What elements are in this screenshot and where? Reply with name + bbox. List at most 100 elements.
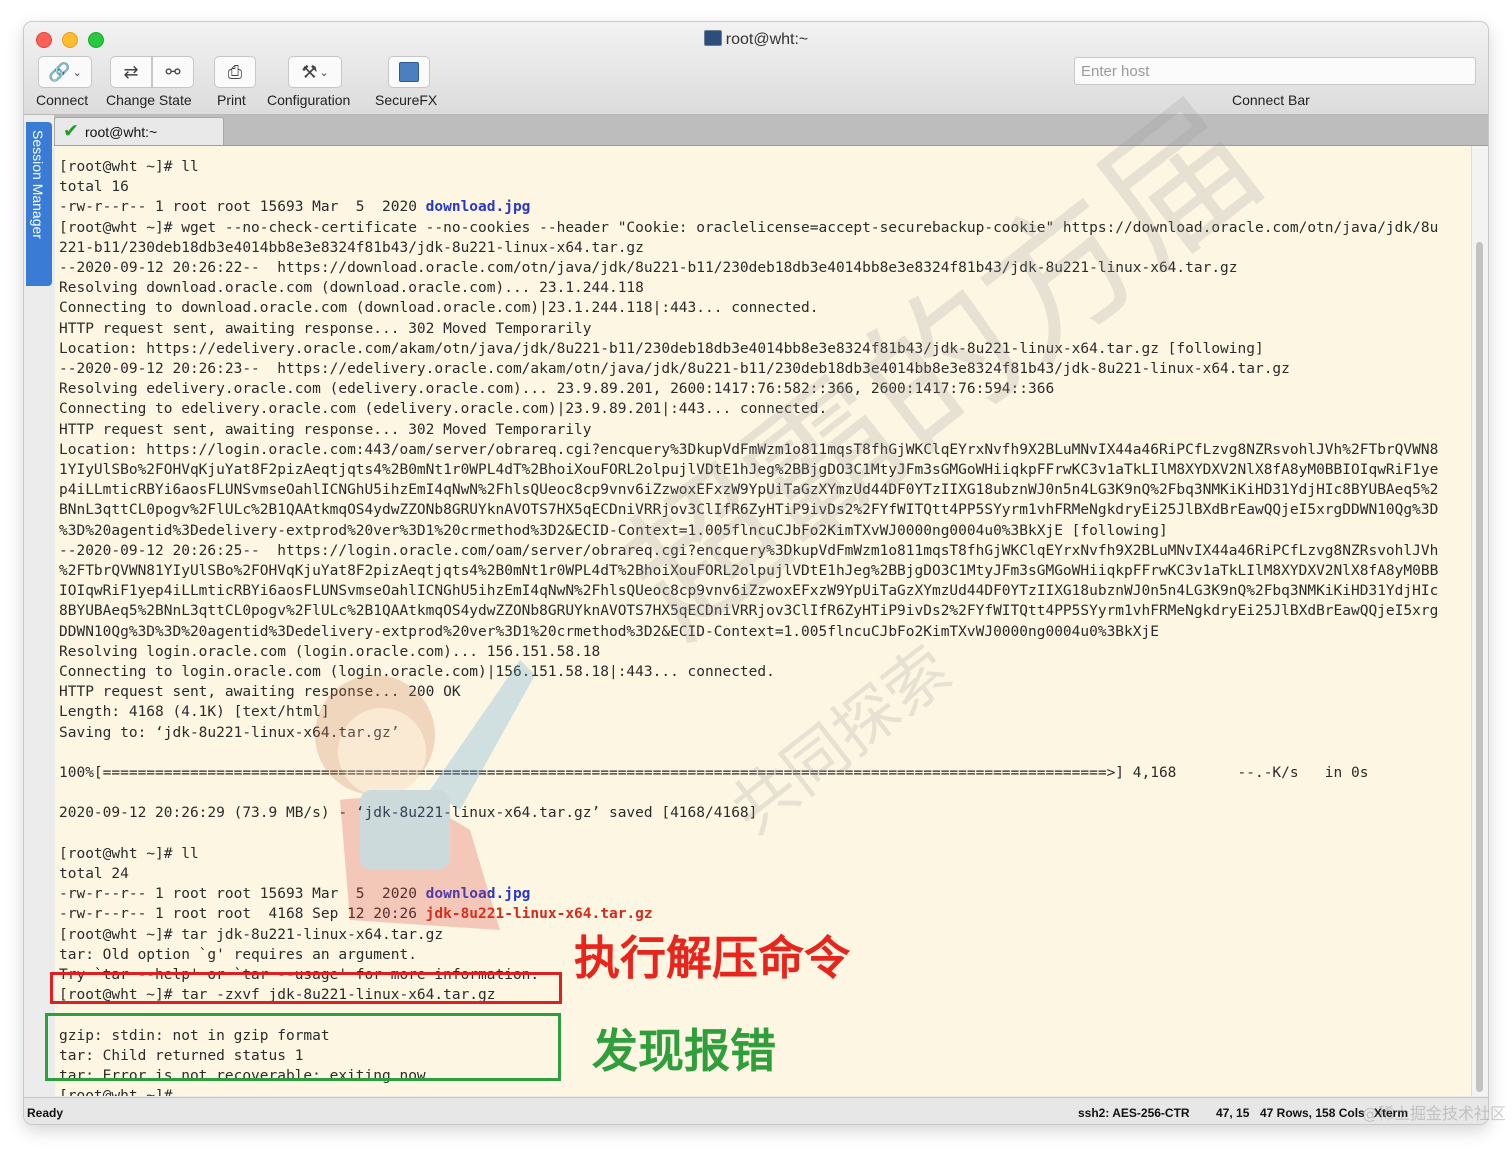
terminal-line-text: Length: 4168 (4.1K) [text/html] — [59, 704, 330, 721]
terminal-line: Resolving edelivery.oracle.com (edeliver… — [59, 379, 1054, 399]
file-name-image: download.jpg — [425, 886, 531, 903]
file-name-image: download.jpg — [425, 199, 531, 216]
broken-link-icon: ⚯ — [165, 61, 181, 82]
terminal-line-text: 8BYUBAeq5%2BNnL3qttCL0pogv%2FlULc%2B1QAA… — [59, 603, 1439, 620]
terminal-line: tar: Old option `g' requires an argument… — [59, 945, 417, 965]
terminal-line-text: %2FTbrQVWN81YIyUlSBo%2FOHVqKjuYat8F2pizA… — [59, 563, 1439, 579]
change-state-disconnect-button[interactable]: ⚯ — [152, 56, 194, 88]
terminal-line-text: tar: Old option `g' requires an argument… — [59, 946, 417, 963]
terminal-line: Saving to: ‘jdk-8u221-linux-x64.tar.gz’ — [59, 723, 399, 743]
terminal-line-text: %3D%20agentid%3Dedelivery-extprod%20ver%… — [59, 522, 1168, 539]
terminal-line-text: p4iLLmticRBYi6aosFLUNSvmseOahlICNGhU5ihz… — [59, 482, 1439, 499]
terminal-line-text: [root@wht ~]# ll — [59, 159, 199, 175]
terminal-line-text: Resolving login.oracle.com (login.oracle… — [59, 643, 601, 660]
terminal-line: Connecting to download.oracle.com (downl… — [59, 298, 819, 318]
session-manager-label: Session Manager — [30, 130, 46, 239]
chevron-down-icon: ⌄ — [72, 66, 82, 79]
scrollbar-thumb[interactable] — [1476, 242, 1483, 1092]
terminal-line: Length: 4168 (4.1K) [text/html] — [59, 702, 330, 722]
terminal-line-text: Saving to: ‘jdk-8u221-linux-x64.tar.gz’ — [59, 724, 400, 741]
terminal-line: Connecting to edelivery.oracle.com (edel… — [59, 399, 827, 419]
terminal-line: [root@wht ~]# wget --no-check-certificat… — [59, 218, 1438, 238]
terminal-line: --2020-09-12 20:26:22-- https://download… — [59, 258, 1238, 278]
status-cursor: 47, 15 — [1216, 1106, 1250, 1120]
print-button[interactable]: ⎙ — [214, 56, 256, 88]
host-input[interactable] — [1074, 57, 1476, 85]
terminal-line-text: Connecting to login.oracle.com (login.or… — [59, 664, 775, 680]
terminal-line: %2FTbrQVWN81YIyUlSBo%2FOHVqKjuYat8F2pizA… — [59, 561, 1438, 581]
terminal-line-text: -rw-r--r-- 1 root root 15693 Mar 5 2020 — [59, 199, 426, 216]
terminal-line: 221-b11/230deb18db3e4014bb8e3e8324f81b43… — [59, 238, 644, 258]
terminal-line-text: -rw-r--r-- 1 root root 4168 Sep 12 20:26 — [59, 906, 426, 923]
file-name-archive: jdk-8u221-linux-x64.tar.gz — [425, 906, 653, 923]
terminal-line: total 24 — [59, 864, 129, 884]
change-state-reconnect-button[interactable]: ⇄ — [110, 56, 152, 88]
chevron-down-icon: ⌄ — [319, 66, 329, 79]
terminal-line-text: --2020-09-12 20:26:23-- https://edeliver… — [59, 361, 1290, 377]
terminal-line: DDWN10Qg%3D%3D%20agentid%3Dedelivery-ext… — [59, 622, 1159, 642]
terminal-line: [root@wht ~]# tar jdk-8u221-linux-x64.ta… — [59, 925, 443, 945]
link-icon: 🔗 — [48, 61, 71, 82]
terminal-line: Location: https://login.oracle.com:443/o… — [59, 440, 1438, 460]
configuration-label: Configuration — [267, 92, 351, 108]
terminal-line-text: 221-b11/230deb18db3e4014bb8e3e8324f81b43… — [59, 239, 644, 256]
terminal-line: IOIqwRiF1yep4iLLmticRBYi6aosFLUNSvmseOah… — [59, 581, 1438, 601]
terminal-line: p4iLLmticRBYi6aosFLUNSvmseOahlICNGhU5ihz… — [59, 480, 1438, 500]
terminal-line-text: [root@wht ~]# wget --no-check-certificat… — [59, 219, 1439, 236]
session-tab-strip: ✔ root@wht:~ — [54, 115, 1488, 146]
window-title-text: root@wht:~ — [725, 31, 809, 48]
session-tab[interactable]: ✔ root@wht:~ — [54, 117, 224, 145]
terminal-line-text: BNnL3qttCL0pogv%2FlULc%2B1QAAtkmqOS4ydwZ… — [59, 502, 1439, 519]
terminal-line: Resolving login.oracle.com (login.oracle… — [59, 642, 600, 662]
terminal-line: [root@wht ~]# — [59, 1086, 173, 1096]
terminal-line: Connecting to login.oracle.com (login.or… — [59, 662, 775, 682]
terminal-line-text: -rw-r--r-- 1 root root 15693 Mar 5 2020 — [59, 886, 426, 903]
terminal-line-text: IOIqwRiF1yep4iLLmticRBYi6aosFLUNSvmseOah… — [59, 583, 1439, 600]
configuration-button[interactable]: ⚒ ⌄ — [288, 56, 342, 88]
securefx-button[interactable] — [388, 56, 430, 88]
connect-button[interactable]: 🔗 ⌄ — [38, 56, 92, 88]
terminal-line: 100%[===================================… — [59, 763, 1368, 783]
terminal-line: Location: https://edelivery.oracle.com/a… — [59, 339, 1264, 359]
terminal-line-text: HTTP request sent, awaiting response... … — [59, 320, 592, 337]
terminal-line: -rw-r--r-- 1 root root 4168 Sep 12 20:26… — [59, 904, 653, 924]
terminal-line: [root@wht ~]# ll — [59, 157, 199, 177]
terminal-line: HTTP request sent, awaiting response... … — [59, 319, 592, 339]
terminal-line: --2020-09-12 20:26:25-- https://login.or… — [59, 541, 1438, 561]
session-manager-tab[interactable]: Session Manager — [26, 122, 52, 286]
terminal-line-text: Resolving download.oracle.com (download.… — [59, 280, 644, 297]
watermark-footer: @稀土掘金技术社区 — [1362, 1104, 1507, 1123]
terminal-line: -rw-r--r-- 1 root root 15693 Mar 5 2020 … — [59, 884, 530, 904]
terminal-line-text: total 24 — [59, 866, 129, 882]
printer-icon: ⎙ — [227, 61, 243, 82]
terminal-line: HTTP request sent, awaiting response... … — [59, 682, 461, 702]
extract-command-annotation: 执行解压命令 — [574, 931, 850, 985]
error-found-annotation: 发现报错 — [592, 1024, 776, 1078]
status-bar: Ready ssh2: AES-256-CTR 47, 15 47 Rows, … — [24, 1097, 1488, 1124]
terminal-line: %3D%20agentid%3Dedelivery-extprod%20ver%… — [59, 521, 1168, 541]
terminal-line-text: --2020-09-12 20:26:25-- https://login.or… — [59, 542, 1439, 559]
securefx-label: SecureFX — [375, 92, 438, 108]
terminal-line-text: total 16 — [59, 179, 129, 196]
terminal-line: [root@wht ~]# ll — [59, 844, 199, 864]
terminal-line-text: --2020-09-12 20:26:22-- https://download… — [59, 260, 1238, 276]
terminal-line: HTTP request sent, awaiting response... … — [59, 420, 592, 440]
terminal-line-text: Connecting to download.oracle.com (downl… — [59, 300, 819, 317]
terminal-scrollbar[interactable] — [1471, 146, 1488, 1096]
status-cipher: ssh2: AES-256-CTR — [1078, 1106, 1190, 1120]
window-title: root@wht:~ — [24, 30, 1488, 49]
status-ready: Ready — [27, 1106, 64, 1120]
connect-bar-label: Connect Bar — [1232, 92, 1310, 108]
connected-check-icon: ✔ — [63, 121, 79, 142]
terminal-line: BNnL3qttCL0pogv%2FlULc%2B1QAAtkmqOS4ydwZ… — [59, 500, 1438, 520]
terminal-line-text: 1YIyUlSBo%2FOHVqKjuYat8F2pizAeqtjqts4%2B… — [59, 462, 1439, 478]
change-state-label: Change State — [106, 92, 192, 108]
title-bar: root@wht:~ 🔗 ⌄ ⇄ ⚯ ⎙ ⚒ ⌄ Connect Change St… — [24, 22, 1488, 115]
print-label: Print — [217, 92, 246, 108]
terminal-line-text: 2020-09-12 20:26:29 (73.9 MB/s) - ‘jdk-8… — [59, 805, 758, 822]
session-tab-label: root@wht:~ — [85, 123, 158, 140]
terminal-line: 1YIyUlSBo%2FOHVqKjuYat8F2pizAeqtjqts4%2B… — [59, 460, 1438, 480]
terminal-line-text: [root@wht ~]# — [59, 1088, 173, 1096]
terminal-line: 2020-09-12 20:26:29 (73.9 MB/s) - ‘jdk-8… — [59, 803, 757, 823]
error-output-highlight-box — [45, 1013, 561, 1081]
